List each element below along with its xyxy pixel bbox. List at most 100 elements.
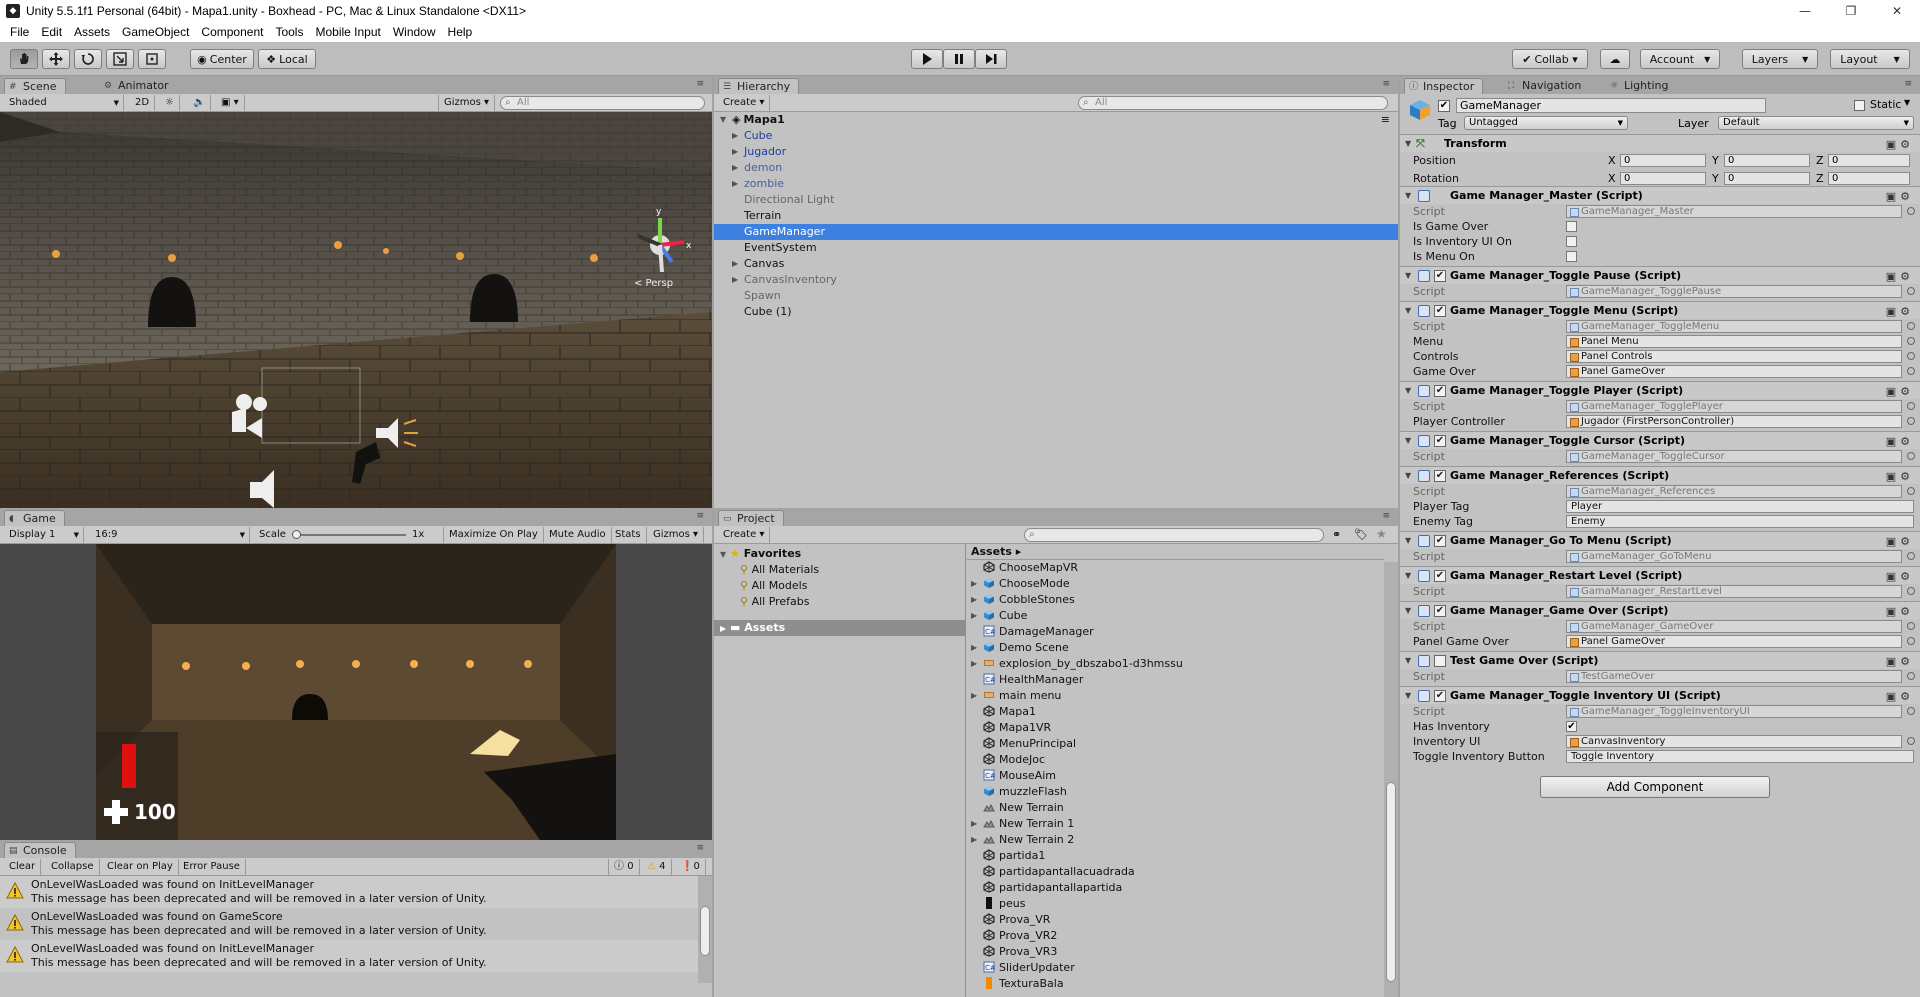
transform-z-field[interactable]: 0 — [1828, 154, 1910, 167]
menu-mobile-input[interactable]: Mobile Input — [309, 25, 386, 39]
stats-toggle[interactable]: Stats — [610, 527, 647, 543]
log-entry[interactable]: OnLevelWasLoaded was found on InitLevelM… — [0, 876, 698, 908]
hierarchy-item-eventsystem[interactable]: EventSystem — [714, 240, 1398, 256]
transform-x-field[interactable]: 0 — [1620, 172, 1706, 185]
aspect-dropdown[interactable]: 16:9 ▼ — [90, 527, 250, 543]
tag-dropdown[interactable]: Untagged ▼ — [1464, 116, 1628, 130]
asset-item[interactable]: Prova_VR — [967, 912, 1384, 928]
fold-open-icon[interactable]: ▼ — [1405, 432, 1411, 449]
object-reference-field[interactable]: Jugador (FirstPersonController) — [1566, 415, 1902, 428]
fold-open-icon[interactable]: ▼ — [1405, 652, 1411, 669]
component-enabled-checkbox[interactable] — [1434, 655, 1446, 667]
fold-open-icon[interactable]: ▼ — [1405, 187, 1411, 204]
maximize-on-play-toggle[interactable]: Maximize On Play — [444, 527, 544, 543]
transform-header[interactable]: ▼ ⤧ Transform ▣⚙ — [1400, 134, 1920, 152]
fold-closed-icon[interactable]: ▶ — [971, 576, 977, 592]
property-checkbox[interactable] — [1566, 251, 1577, 262]
layout-dropdown[interactable]: Layout ▼ — [1830, 49, 1910, 69]
asset-item[interactable]: ▶ ChooseMode — [967, 576, 1384, 592]
transform-y-field[interactable]: 0 — [1724, 154, 1810, 167]
collab-dropdown[interactable]: ✔ Collab ▾ — [1512, 49, 1588, 69]
fold-closed-icon[interactable]: ▶ — [971, 656, 977, 672]
component-enabled-checkbox[interactable]: ✔ — [1434, 570, 1446, 582]
rect-tool-button[interactable] — [138, 49, 166, 69]
object-picker-icon[interactable] — [1907, 452, 1915, 460]
transform-y-field[interactable]: 0 — [1724, 172, 1810, 185]
fold-closed-icon[interactable]: ▶ — [720, 624, 726, 633]
tab-hierarchy[interactable]: ☰ Hierarchy — [718, 78, 800, 94]
tab-game[interactable]: ◖ Game — [4, 510, 65, 526]
asset-item[interactable]: muzzleFlash — [967, 784, 1384, 800]
object-picker-icon[interactable] — [1907, 337, 1915, 345]
fold-open-icon[interactable]: ▼ — [1405, 135, 1411, 152]
fold-closed-icon[interactable]: ▶ — [732, 256, 738, 272]
component-settings-icon[interactable]: ▣⚙ — [1886, 688, 1914, 705]
component-header[interactable]: ▼ ✔ Game Manager_Toggle Pause (Script) ▣⚙ — [1400, 266, 1920, 284]
tab-animator[interactable]: ⚙ Animator — [100, 78, 177, 94]
component-enabled-checkbox[interactable]: ✔ — [1434, 305, 1446, 317]
component-settings-icon[interactable]: ▣⚙ — [1886, 268, 1914, 285]
text-field[interactable]: Enemy — [1566, 515, 1914, 528]
asset-item[interactable]: partidapantallacuadrada — [967, 864, 1384, 880]
text-field[interactable]: Toggle Inventory — [1566, 750, 1914, 763]
object-reference-field[interactable]: Panel Menu — [1566, 335, 1902, 348]
move-tool-button[interactable] — [42, 49, 70, 69]
object-reference-field[interactable]: Panel GameOver — [1566, 365, 1902, 378]
scene-effects-dropdown[interactable]: ▣ ▾ — [216, 95, 245, 111]
minimize-button[interactable]: — — [1782, 0, 1828, 22]
fold-closed-icon[interactable]: ▶ — [732, 272, 738, 288]
object-picker-icon[interactable] — [1907, 402, 1915, 410]
fold-open-icon[interactable]: ▼ — [1405, 567, 1411, 584]
property-checkbox[interactable] — [1566, 221, 1577, 232]
tab-scene[interactable]: # Scene — [4, 78, 66, 94]
component-header[interactable]: ▼ ✔ Gama Manager_Restart Level (Script) ▣⚙ — [1400, 566, 1920, 584]
component-enabled-checkbox[interactable]: ✔ — [1434, 605, 1446, 617]
console-info-filter[interactable]: ⓘ 0 — [608, 859, 640, 875]
favorite-star-icon[interactable]: ★ — [1376, 527, 1387, 541]
fold-open-icon[interactable]: ▼ — [1405, 267, 1411, 284]
object-picker-icon[interactable] — [1907, 367, 1915, 375]
log-entry[interactable]: OnLevelWasLoaded was found on InitLevelM… — [0, 940, 698, 972]
component-enabled-checkbox[interactable]: ✔ — [1434, 535, 1446, 547]
chevron-down-icon[interactable]: ▼ — [1904, 98, 1910, 107]
component-settings-icon[interactable]: ▣⚙ — [1886, 136, 1914, 153]
fold-open-icon[interactable]: ▼ — [1405, 467, 1411, 484]
fold-closed-icon[interactable]: ▶ — [732, 176, 738, 192]
component-settings-icon[interactable]: ▣⚙ — [1886, 603, 1914, 620]
object-picker-icon[interactable] — [1907, 737, 1915, 745]
asset-item[interactable]: ▶ Demo Scene — [967, 640, 1384, 656]
component-header[interactable]: ▼ ✔ Game Manager_Toggle Menu (Script) ▣⚙ — [1400, 301, 1920, 319]
gameobject-name-field[interactable]: GameManager — [1456, 98, 1766, 113]
property-checkbox[interactable] — [1566, 236, 1577, 247]
scale-tool-button[interactable] — [106, 49, 134, 69]
asset-item[interactable]: partidapantallapartida — [967, 880, 1384, 896]
assets-folder[interactable]: ▶ ▬ Assets — [714, 620, 965, 636]
object-reference-field[interactable]: Panel Controls — [1566, 350, 1902, 363]
asset-item[interactable]: ModeJoc — [967, 752, 1384, 768]
fold-closed-icon[interactable]: ▶ — [732, 160, 738, 176]
console-clear-on-play-toggle[interactable]: Clear on Play — [102, 859, 179, 875]
asset-item[interactable]: ▶ main menu — [967, 688, 1384, 704]
fold-closed-icon[interactable]: ▶ — [971, 592, 977, 608]
fold-closed-icon[interactable]: ▶ — [732, 128, 738, 144]
fold-closed-icon[interactable]: ▶ — [971, 608, 977, 624]
menu-edit[interactable]: Edit — [35, 25, 68, 39]
object-picker-icon[interactable] — [1907, 322, 1915, 330]
console-warning-filter[interactable]: ⚠ 4 — [642, 859, 672, 875]
component-settings-icon[interactable]: ▣⚙ — [1886, 468, 1914, 485]
scale-slider-thumb[interactable] — [292, 530, 301, 539]
favorite-item[interactable]: ⚲ All Prefabs — [714, 594, 965, 610]
hierarchy-item-jugador[interactable]: ▶ Jugador — [714, 144, 1398, 160]
asset-item[interactable]: ▶ New Terrain 1 — [967, 816, 1384, 832]
account-dropdown[interactable]: Account ▼ — [1640, 49, 1720, 69]
panel-options-icon[interactable]: ≡ — [696, 843, 706, 853]
menu-component[interactable]: Component — [195, 25, 269, 39]
project-breadcrumb[interactable]: Assets ▸ — [967, 544, 1384, 560]
hierarchy-search-input[interactable]: All — [1078, 96, 1388, 110]
fold-closed-icon[interactable]: ▶ — [971, 832, 977, 848]
hand-tool-button[interactable] — [10, 49, 38, 69]
scene-viewport[interactable]: y x < Persp — [0, 112, 712, 508]
asset-item[interactable]: ▶ CobbleStones — [967, 592, 1384, 608]
fold-open-icon[interactable]: ▼ — [720, 550, 726, 559]
component-header[interactable]: ▼ Game Manager_Master (Script) ▣⚙ — [1400, 186, 1920, 204]
